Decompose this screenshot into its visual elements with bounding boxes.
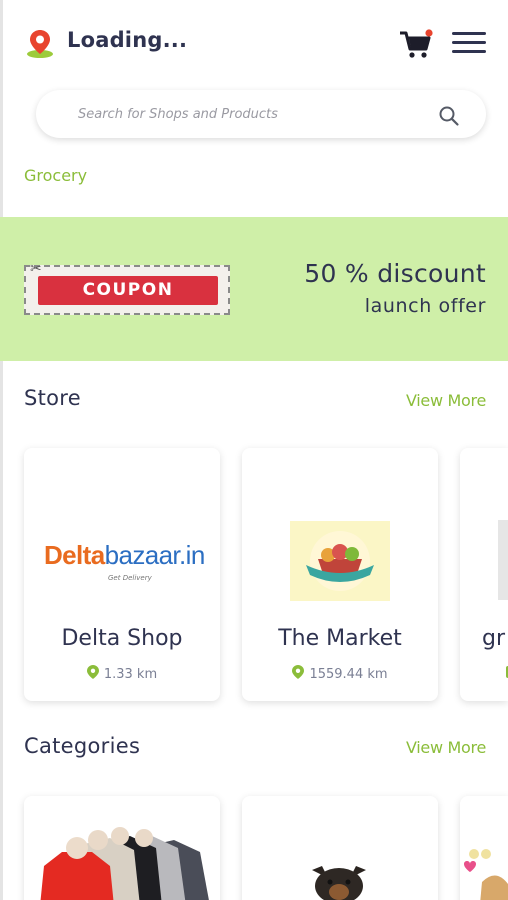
category-card-pets[interactable] xyxy=(242,796,438,900)
hamburger-menu-icon[interactable] xyxy=(452,32,486,56)
category-chip-grocery[interactable]: Grocery xyxy=(24,166,87,185)
store-card-the-market[interactable]: The Market 1559.44 km xyxy=(242,448,438,701)
left-edge-border xyxy=(0,0,3,900)
store-name: gr xyxy=(482,626,506,651)
sweaters-image xyxy=(40,827,209,900)
map-pin-icon xyxy=(292,665,305,679)
dog-image xyxy=(312,866,366,900)
search-bar[interactable] xyxy=(36,90,486,138)
coupon-image: ✂ COUPON xyxy=(24,261,230,315)
search-icon[interactable] xyxy=(438,105,460,127)
cart-icon[interactable] xyxy=(398,28,434,60)
location-label[interactable]: Loading... xyxy=(67,28,187,52)
store-name: Delta Shop xyxy=(61,626,183,651)
market-basket-icon xyxy=(306,531,374,591)
store-logo-partial xyxy=(498,520,508,600)
store-name: The Market xyxy=(278,626,402,651)
offer-subtext: launch offer xyxy=(364,295,486,317)
store-view-more-link[interactable]: View More xyxy=(406,391,486,410)
store-distance: 1.33 km xyxy=(24,665,220,682)
search-input[interactable] xyxy=(78,104,418,124)
market-logo xyxy=(290,521,390,601)
app-header: Loading... xyxy=(0,0,508,88)
accessories-image xyxy=(464,849,508,900)
store-distance: 1559.44 km xyxy=(242,665,438,682)
location-pin-icon[interactable] xyxy=(26,28,56,60)
discount-text: 50 % discount xyxy=(304,259,486,288)
store-card-partial[interactable]: gr xyxy=(460,448,508,701)
store-card-delta-shop[interactable]: Deltabazaar.in Get Delivery Delta Shop 1… xyxy=(24,448,220,701)
scissors-icon: ✂ xyxy=(30,261,42,277)
categories-section-title: Categories xyxy=(24,734,141,758)
categories-view-more-link[interactable]: View More xyxy=(406,738,486,757)
map-pin-icon xyxy=(86,665,99,679)
delta-logo-tagline: Get Delivery xyxy=(108,574,152,582)
store-section-title: Store xyxy=(24,386,82,410)
coupon-label: COUPON xyxy=(38,276,218,305)
category-card-clothing[interactable] xyxy=(24,796,220,900)
offer-banner[interactable]: ✂ COUPON 50 % discount launch offer xyxy=(0,217,508,361)
category-card-partial[interactable] xyxy=(460,796,508,900)
